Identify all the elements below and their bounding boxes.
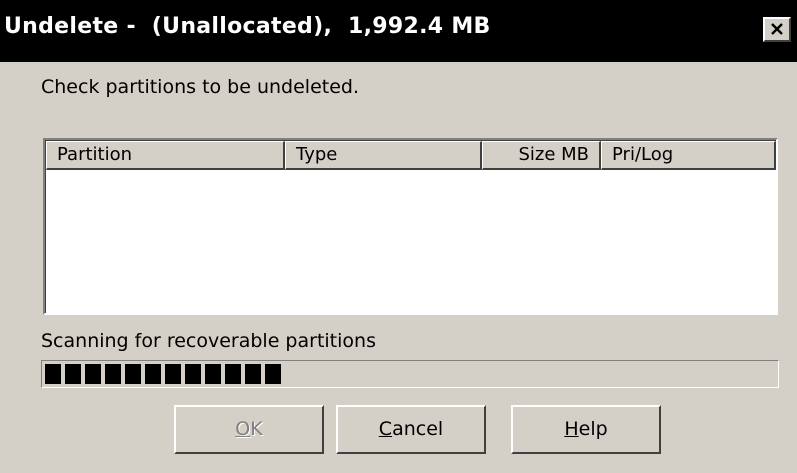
progress-block — [105, 364, 121, 384]
scan-status-label: Scanning for recoverable partitions — [41, 330, 376, 352]
column-header-partition[interactable]: Partition — [46, 141, 285, 170]
progress-block — [205, 364, 221, 384]
cancel-button[interactable]: Cancel — [336, 405, 486, 454]
progress-block — [65, 364, 81, 384]
cancel-button-label: ancel — [392, 418, 444, 440]
scan-progress-bar — [41, 360, 779, 388]
help-button[interactable]: Help — [511, 405, 661, 454]
ok-button[interactable]: OK — [174, 405, 324, 454]
progress-block — [45, 364, 61, 384]
progress-block — [245, 364, 261, 384]
window-title: Undelete - (Unallocated), 1,992.4 MB — [4, 14, 491, 39]
column-header-size-mb[interactable]: Size MB — [482, 141, 601, 170]
progress-block — [185, 364, 201, 384]
cancel-button-mnemonic: C — [378, 418, 393, 440]
progress-block — [265, 364, 281, 384]
instruction-text: Check partitions to be undeleted. — [41, 76, 360, 98]
column-header-type[interactable]: Type — [285, 141, 482, 170]
partition-list-header: Partition Type Size MB Pri/Log — [46, 141, 776, 170]
close-button[interactable] — [763, 17, 791, 42]
help-button-label: elp — [578, 418, 608, 440]
progress-block — [165, 364, 181, 384]
partition-list[interactable]: Partition Type Size MB Pri/Log — [43, 138, 778, 315]
ok-button-mnemonic: O — [235, 418, 251, 440]
progress-block — [125, 364, 141, 384]
close-icon — [771, 23, 783, 35]
column-header-pri-log[interactable]: Pri/Log — [601, 141, 776, 170]
scan-progress-fill — [45, 364, 285, 384]
ok-button-label: K — [250, 418, 263, 440]
progress-block — [145, 364, 161, 384]
undelete-dialog: Undelete - (Unallocated), 1,992.4 MB Che… — [0, 0, 797, 473]
title-bar[interactable]: Undelete - (Unallocated), 1,992.4 MB — [0, 0, 797, 62]
progress-block — [85, 364, 101, 384]
help-button-mnemonic: H — [564, 418, 579, 440]
progress-block — [225, 364, 241, 384]
